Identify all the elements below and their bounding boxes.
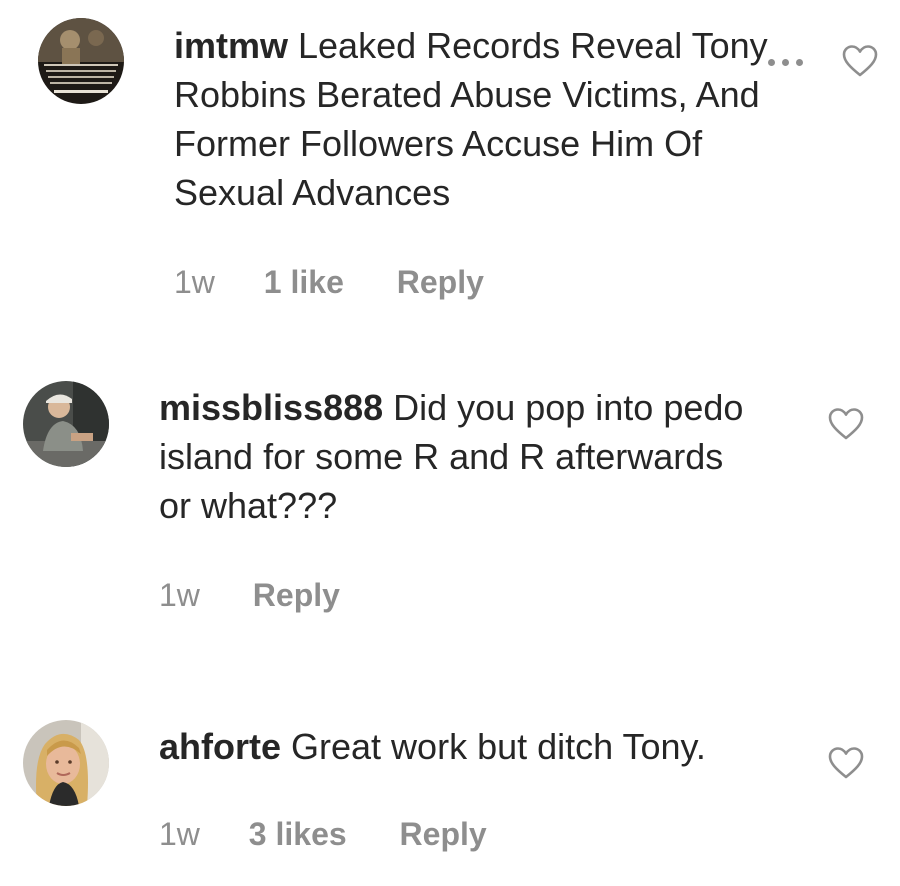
comment-time[interactable]: 1w [159, 577, 200, 614]
like-button[interactable] [828, 407, 864, 441]
comment-time[interactable]: 1w [174, 264, 215, 301]
heart-outline-icon [842, 45, 878, 77]
person-photo-avatar-icon [23, 381, 109, 467]
more-dots-icon [768, 59, 775, 66]
more-options-button[interactable] [768, 56, 808, 70]
heart-outline-icon [828, 408, 864, 440]
reply-button[interactable]: Reply [253, 577, 340, 614]
comment-item: imtmw Leaked Records Reveal Tony Robbins… [0, 0, 900, 330]
comment-body: Great work but ditch Tony. [281, 726, 706, 767]
avatar[interactable] [23, 381, 109, 467]
comment-likes[interactable]: 3 likes [249, 816, 347, 853]
comment-meta: 1w 3 likes Reply [159, 816, 487, 853]
quote-image-avatar-icon [38, 18, 124, 104]
avatar[interactable] [38, 18, 124, 104]
comment-likes[interactable]: 1 like [264, 264, 344, 301]
avatar[interactable] [23, 720, 109, 806]
reply-button[interactable]: Reply [397, 264, 484, 301]
comment-meta: 1w 1 like Reply [174, 264, 484, 301]
comment-item: missbliss888 Did you pop into pedo islan… [0, 360, 900, 640]
comment-text: missbliss888 Did you pop into pedo islan… [159, 383, 759, 530]
comment-username[interactable]: missbliss888 [159, 387, 383, 428]
like-button[interactable] [828, 746, 864, 780]
comment-username[interactable]: imtmw [174, 25, 288, 66]
comment-item: ahforte Great work but ditch Tony. 1w 3 … [0, 698, 900, 886]
comment-text: ahforte Great work but ditch Tony. [159, 722, 799, 771]
comment-meta: 1w Reply [159, 577, 340, 614]
like-button[interactable] [842, 44, 878, 78]
person-photo-avatar-icon [23, 720, 109, 806]
reply-button[interactable]: Reply [400, 816, 487, 853]
comment-username[interactable]: ahforte [159, 726, 281, 767]
comment-text: imtmw Leaked Records Reveal Tony Robbins… [174, 21, 774, 217]
heart-outline-icon [828, 747, 864, 779]
comment-time[interactable]: 1w [159, 816, 200, 853]
